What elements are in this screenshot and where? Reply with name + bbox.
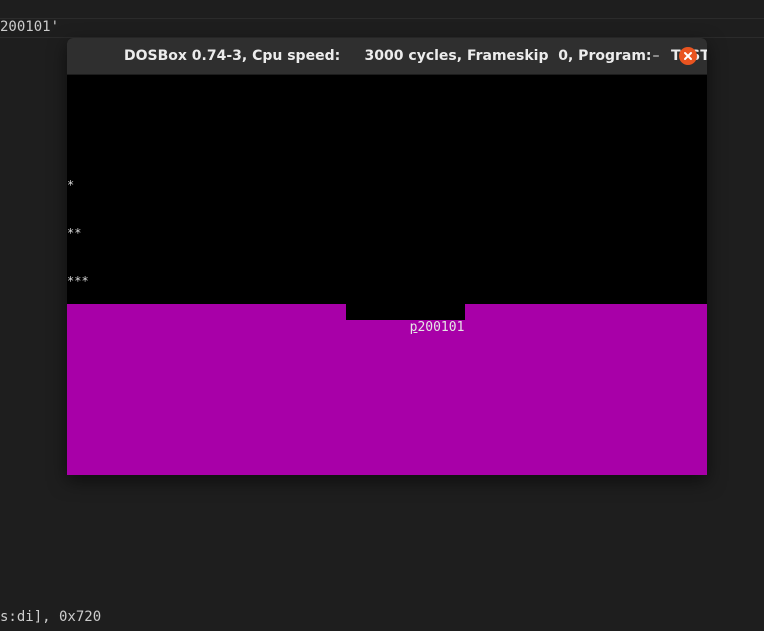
dosbox-window: DOSBox 0.74-3, Cpu speed: 3000 cycles, F… bbox=[67, 38, 707, 475]
window-title: DOSBox 0.74-3, Cpu speed: 3000 cycles, F… bbox=[124, 48, 707, 64]
editor-current-line bbox=[0, 18, 764, 38]
star-line: *** bbox=[67, 274, 89, 288]
minimize-button[interactable]: – bbox=[647, 47, 665, 65]
text-input-field[interactable]: p200101 bbox=[346, 304, 466, 335]
star-line: ** bbox=[67, 226, 82, 240]
close-icon bbox=[684, 52, 692, 60]
magenta-input-area[interactable]: p200101 bbox=[67, 304, 707, 475]
window-titlebar[interactable]: DOSBox 0.74-3, Cpu speed: 3000 cycles, F… bbox=[67, 38, 707, 75]
dos-screen[interactable]: * ** *** **** ***** **** *** ** * p20010… bbox=[67, 75, 707, 475]
star-line: * bbox=[67, 178, 75, 192]
close-button[interactable] bbox=[679, 47, 697, 65]
editor-top-line: 200101' bbox=[0, 19, 60, 35]
input-value: 200101 bbox=[417, 320, 465, 335]
editor-bottom-line: s:di], 0x720 bbox=[0, 609, 102, 625]
